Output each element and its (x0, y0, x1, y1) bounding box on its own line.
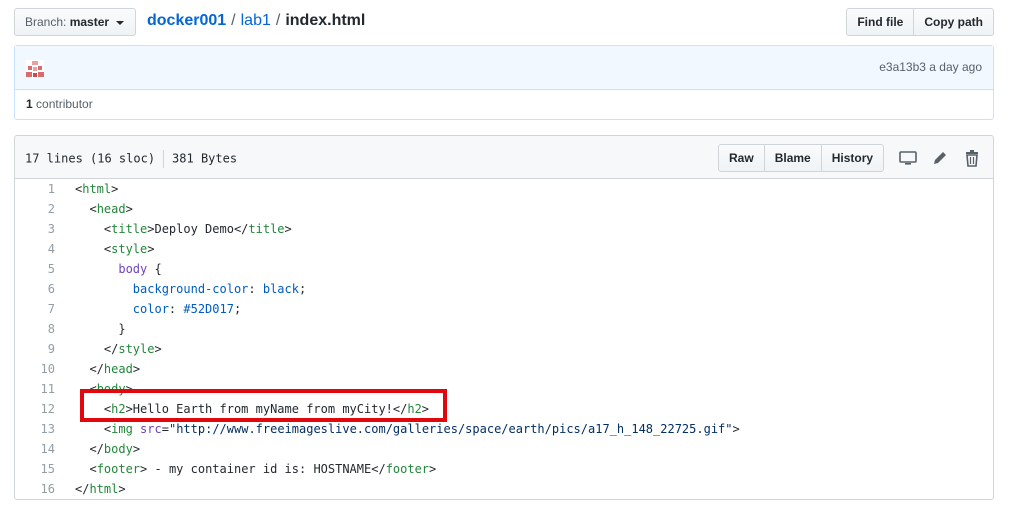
code-line: 16 </html> (15, 479, 993, 499)
commit-meta: e3a13b3 a day ago (879, 60, 982, 74)
line-content: background-color: black; (132, 282, 307, 296)
commit-tease: e3a13b3 a day ago 1 contributor (14, 45, 994, 120)
divider (163, 150, 165, 168)
code-line: 2 <head> (15, 199, 993, 219)
line-content: <footer> - my container id is: HOSTNAME<… (75, 462, 437, 476)
line-content: } (75, 322, 126, 336)
contributor-label: contributor (36, 97, 93, 111)
contributor-count: 1 (26, 97, 33, 111)
copy-path-button[interactable]: Copy path (914, 8, 994, 36)
line-content: <html> (75, 182, 119, 196)
raw-button[interactable]: Raw (718, 144, 765, 172)
line-number[interactable]: 11 (15, 379, 55, 399)
breadcrumb: docker001/lab1/index.html (147, 11, 365, 31)
line-content: <head> (75, 202, 133, 216)
commit-header: e3a13b3 a day ago (15, 46, 993, 90)
line-content: </html> (75, 482, 126, 496)
line-number[interactable]: 1 (15, 179, 55, 199)
chevron-down-icon (116, 20, 125, 25)
line-number[interactable]: 5 (15, 259, 55, 279)
code-line: 13 <img src="http://www.freeimageslive.c… (15, 419, 993, 439)
file-viewer: 17 lines (16 sloc) 381 Bytes Raw Blame Hi… (14, 135, 994, 500)
code-line: 9 </style> (15, 339, 993, 359)
code-line: 4 <style> (15, 239, 993, 259)
avatar[interactable] (26, 60, 44, 78)
breadcrumb-dir[interactable]: lab1 (241, 12, 271, 29)
line-content: <title>Deploy Demo</title> (75, 222, 292, 236)
file-size: 381 Bytes (172, 151, 238, 166)
highlight-annotation (80, 389, 447, 422)
pencil-icon[interactable] (931, 149, 949, 167)
line-number[interactable]: 6 (15, 279, 55, 299)
code-line: 7 color: #52D017; (15, 299, 993, 319)
branch-label: Branch: (25, 15, 67, 29)
line-number[interactable]: 10 (15, 359, 55, 379)
breadcrumb-separator: / (275, 12, 281, 29)
code-line: 1 <html> (15, 179, 993, 199)
line-number[interactable]: 7 (15, 299, 55, 319)
history-button[interactable]: History (821, 144, 885, 172)
desktop-icon[interactable] (899, 149, 917, 167)
branch-value: master (69, 15, 110, 29)
code-line: 14 </body> (15, 439, 993, 459)
line-number[interactable]: 16 (15, 479, 55, 499)
code-line: 10 </head> (15, 359, 993, 379)
contributors-summary[interactable]: 1 contributor (15, 90, 993, 120)
breadcrumb-separator: / (231, 12, 236, 29)
line-number[interactable]: 14 (15, 439, 55, 459)
branch-selector[interactable]: Branch: master (14, 8, 136, 36)
code-listing: 1 <html> 2 <head> 3 <title>Deploy Demo</tit… (15, 179, 993, 499)
line-number[interactable]: 4 (15, 239, 55, 259)
line-content: <style> (75, 242, 155, 256)
line-content: </body> (75, 442, 141, 456)
line-content: </style> (75, 342, 162, 356)
file-action-buttons: Raw Blame History (718, 144, 885, 172)
code-line: 8 } (15, 319, 993, 339)
code-line: 6 background-color: black; (15, 279, 993, 299)
blame-button[interactable]: Blame (764, 144, 822, 172)
line-number[interactable]: 15 (15, 459, 55, 479)
trash-icon[interactable] (963, 149, 981, 167)
code-line: 5 body { (15, 259, 993, 279)
line-number[interactable]: 13 (15, 419, 55, 439)
line-number[interactable]: 3 (15, 219, 55, 239)
line-number[interactable]: 12 (15, 399, 55, 419)
line-number[interactable]: 9 (15, 339, 55, 359)
commit-time: a day ago (929, 60, 982, 74)
breadcrumb-repo[interactable]: docker001 (147, 12, 226, 29)
file-line-count: 17 lines (16 sloc) (25, 151, 156, 166)
file-nav-buttons: Find file Copy path (846, 8, 994, 36)
code-line: 15 <footer> - my container id is: HOSTNA… (15, 459, 993, 479)
line-content: </head> (75, 362, 141, 376)
line-number[interactable]: 2 (15, 199, 55, 219)
code-line: 3 <title>Deploy Demo</title> (15, 219, 993, 239)
line-content: color: #52D017; (132, 302, 242, 316)
breadcrumb-file: index.html (285, 12, 366, 29)
file-info: 17 lines (16 sloc) 381 Bytes (25, 150, 237, 168)
line-number[interactable]: 8 (15, 319, 55, 339)
find-file-button[interactable]: Find file (846, 8, 915, 36)
commit-hash[interactable]: e3a13b3 (879, 60, 926, 74)
line-content: body { (118, 262, 162, 276)
file-header: 17 lines (16 sloc) 381 Bytes Raw Blame Hi… (15, 136, 993, 179)
line-content: <img src="http://www.freeimageslive.com/… (75, 422, 740, 436)
